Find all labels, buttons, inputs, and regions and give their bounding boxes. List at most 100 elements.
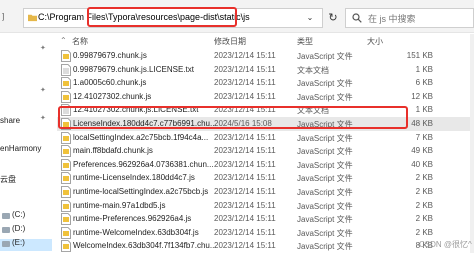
file-date: 2023/12/14 15:11 <box>214 91 276 101</box>
file-type: JavaScript 文件 <box>297 147 353 157</box>
drive-icon <box>2 213 10 219</box>
js-file-icon <box>61 226 71 239</box>
folder-icon <box>28 14 37 22</box>
file-date: 2023/12/14 15:11 <box>214 227 276 237</box>
file-size: 1 KB <box>415 64 433 74</box>
file-date: 2023/12/14 15:11 <box>214 78 276 88</box>
file-size: 2 KB <box>415 227 433 237</box>
search-input[interactable]: 在 js 中搜索 <box>368 12 416 25</box>
js-file-icon <box>61 50 71 62</box>
file-row[interactable]: runtime-Preferences.962926a4.js 2023/12/1… <box>57 212 474 226</box>
js-file-icon <box>61 172 71 185</box>
file-date: 2023/12/14 15:11 <box>214 64 276 74</box>
js-file-icon <box>61 158 71 171</box>
pin-icon: ✦ <box>40 87 46 94</box>
file-name: main.ff8bdafd.chunk.js <box>73 146 153 156</box>
text-file-icon <box>61 63 71 76</box>
chevron-down-icon[interactable]: ⌄ <box>303 9 317 27</box>
file-size: 40 KB <box>411 159 433 169</box>
file-size: 7 KB <box>415 132 433 142</box>
file-row[interactable]: 0.99879679.chunk.js.LICENSE.txt 2023/12/1… <box>57 63 474 77</box>
pin-icon: ✦ <box>40 115 46 122</box>
navigation-pane: ✦ ✦ ✦ share enHarmony 云盘 (C:) (D:) (E:) <box>0 34 52 253</box>
pin-icon: ✦ <box>40 45 46 52</box>
file-type: JavaScript 文件 <box>297 215 353 225</box>
file-row[interactable]: runtime-LicenseIndex.180dd4c7.js 2023/12/… <box>57 171 474 185</box>
js-file-icon <box>61 131 71 144</box>
column-header-type[interactable]: 类型 <box>297 36 313 47</box>
file-name: 1.a0005c60.chunk.js <box>73 78 147 88</box>
file-name: runtime-Preferences.962926a4.js <box>73 214 192 224</box>
file-type: JavaScript 文件 <box>297 201 353 211</box>
nav-item-drive-e[interactable]: (E:) <box>12 238 25 247</box>
js-file-icon <box>61 145 71 158</box>
file-size: 2 KB <box>415 187 433 196</box>
file-date: 2023/12/14 15:11 <box>214 51 276 60</box>
file-size: 6 KB <box>415 78 433 88</box>
js-file-icon <box>61 213 71 226</box>
search-icon <box>352 13 362 23</box>
js-file-icon <box>61 240 71 253</box>
file-size: 2 KB <box>415 173 433 183</box>
file-row[interactable]: 0.99879679.chunk.js 2023/12/14 15:11 JavaS… <box>57 49 474 63</box>
file-name: runtime-WelcomeIndex.63db304f.js <box>73 227 199 237</box>
file-name: runtime-main.97a1dbd5.js <box>73 200 166 210</box>
file-row[interactable]: runtime-localSettingIndex.a2c75bcb.js 202… <box>57 185 474 199</box>
file-date: 2023/12/14 15:11 <box>214 200 276 210</box>
file-name: Preferences.962926a4.0736381.chun... <box>73 159 214 169</box>
file-date: 2023/12/14 15:11 <box>214 173 276 183</box>
refresh-button[interactable]: ↻ <box>325 9 341 27</box>
file-size: 12 KB <box>411 91 433 101</box>
file-name: runtime-localSettingIndex.a2c75bcb.js <box>73 187 209 196</box>
nav-item-harmony[interactable]: enHarmony <box>0 144 41 153</box>
sort-chevron-icon: ⌃ <box>60 36 67 45</box>
nav-item-cloud[interactable]: 云盘 <box>0 174 16 185</box>
file-type: JavaScript 文件 <box>297 133 353 143</box>
nav-item-drive-d[interactable]: (D:) <box>12 224 25 233</box>
file-date: 2023/12/14 15:11 <box>214 214 276 224</box>
file-row[interactable]: main.ff8bdafd.chunk.js 2023/12/14 15:11 Ja… <box>57 144 474 158</box>
file-date: 2023/12/14 15:11 <box>214 187 276 196</box>
file-type: JavaScript 文件 <box>297 160 353 170</box>
drive-icon <box>2 241 10 247</box>
js-file-icon <box>61 90 71 103</box>
row-highlight-box <box>58 106 408 129</box>
js-file-icon <box>61 77 71 90</box>
column-header-name[interactable]: 名称 <box>72 36 88 47</box>
file-size: 151 KB <box>406 51 433 60</box>
nav-item-drive-c[interactable]: (C:) <box>12 210 25 219</box>
nav-item-share[interactable]: share <box>0 116 20 125</box>
file-name: 0.99879679.chunk.js <box>73 51 147 60</box>
file-row[interactable]: Preferences.962926a4.0736381.chun... 2023… <box>57 158 474 172</box>
watermark: CSDN @很忆^ <box>419 240 472 249</box>
file-name: 0.99879679.chunk.js.LICENSE.txt <box>73 64 194 74</box>
file-size: 2 KB <box>415 200 433 210</box>
file-row[interactable]: localSettingIndex.a2c75bcb.1f94c4a... 202… <box>57 131 474 145</box>
file-type: JavaScript 文件 <box>297 242 353 252</box>
file-date: 2023/12/14 15:11 <box>214 241 276 251</box>
file-type: JavaScript 文件 <box>297 174 353 184</box>
file-type: JavaScript 文件 <box>297 188 353 197</box>
file-type: JavaScript 文件 <box>297 92 353 102</box>
left-fragment: ] <box>2 12 5 21</box>
address-highlight-box <box>87 7 237 27</box>
file-name: runtime-LicenseIndex.180dd4c7.js <box>73 173 195 183</box>
js-file-icon <box>61 186 71 198</box>
column-header-date[interactable]: 修改日期 <box>214 36 246 47</box>
file-type: 文本文档 <box>297 65 329 75</box>
scrollbar[interactable] <box>470 34 474 253</box>
file-type: JavaScript 文件 <box>297 79 353 89</box>
file-row[interactable]: WelcomeIndex.63db304f.7f134fb7.chu... 202… <box>57 239 474 253</box>
file-date: 2023/12/14 15:11 <box>214 146 276 156</box>
file-type: JavaScript 文件 <box>297 52 353 61</box>
drive-icon <box>2 227 10 233</box>
file-name: localSettingIndex.a2c75bcb.1f94c4a... <box>73 132 209 142</box>
file-name: 12.41027302.chunk.js <box>73 91 152 101</box>
file-row[interactable]: 1.a0005c60.chunk.js 2023/12/14 15:11 JavaS… <box>57 76 474 90</box>
column-header-size[interactable]: 大小 <box>367 36 383 47</box>
file-row[interactable]: runtime-WelcomeIndex.63db304f.js 2023/12/… <box>57 226 474 240</box>
js-file-icon <box>61 199 71 212</box>
file-row[interactable]: runtime-main.97a1dbd5.js 2023/12/14 15:11… <box>57 199 474 213</box>
file-date: 2023/12/14 15:11 <box>214 132 276 142</box>
file-row[interactable]: 12.41027302.chunk.js 2023/12/14 15:11 Java… <box>57 90 474 104</box>
